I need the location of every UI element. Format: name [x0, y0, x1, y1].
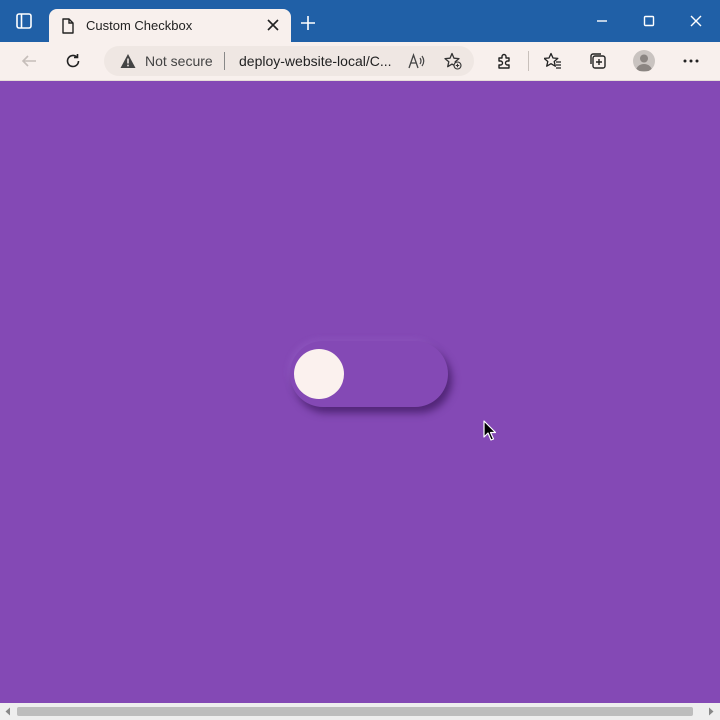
custom-checkbox-toggle[interactable]	[290, 341, 448, 407]
toolbar-divider	[528, 51, 529, 71]
url-text[interactable]: deploy-website-local/C...	[239, 53, 392, 69]
minimize-icon[interactable]	[594, 13, 610, 29]
profile-icon[interactable]	[633, 50, 655, 72]
close-icon[interactable]	[267, 19, 279, 31]
collections-icon[interactable]	[589, 52, 607, 70]
tab-actions-icon[interactable]	[14, 11, 34, 31]
scroll-left-icon[interactable]	[4, 707, 12, 716]
address-divider	[224, 52, 225, 70]
read-aloud-icon[interactable]	[408, 53, 426, 69]
person-icon	[636, 54, 652, 71]
browser-toolbar: Not secure deploy-website-local/C...	[0, 42, 720, 81]
warning-icon[interactable]	[120, 53, 136, 69]
back-arrow-icon[interactable]	[20, 52, 38, 70]
favorites-icon[interactable]	[544, 52, 562, 70]
plus-icon[interactable]	[300, 15, 316, 31]
extensions-icon[interactable]	[495, 52, 513, 70]
address-bar[interactable]: Not secure deploy-website-local/C...	[104, 46, 474, 76]
horizontal-scrollbar[interactable]	[0, 703, 720, 720]
page-content	[0, 81, 720, 703]
window-titlebar: Custom Checkbox	[0, 0, 720, 42]
toggle-knob	[294, 349, 344, 399]
scrollbar-thumb[interactable]	[17, 707, 693, 716]
add-favorite-icon[interactable]	[444, 52, 462, 70]
document-icon	[62, 18, 74, 34]
window-close-icon[interactable]	[688, 13, 704, 29]
more-icon[interactable]	[682, 52, 700, 70]
scroll-right-icon[interactable]	[707, 707, 715, 716]
tab-title: Custom Checkbox	[86, 18, 193, 33]
security-label[interactable]: Not secure	[145, 53, 213, 69]
maximize-icon[interactable]	[641, 13, 657, 29]
refresh-icon[interactable]	[64, 52, 82, 70]
browser-tab[interactable]: Custom Checkbox	[49, 9, 291, 42]
mouse-cursor-icon	[483, 420, 497, 441]
